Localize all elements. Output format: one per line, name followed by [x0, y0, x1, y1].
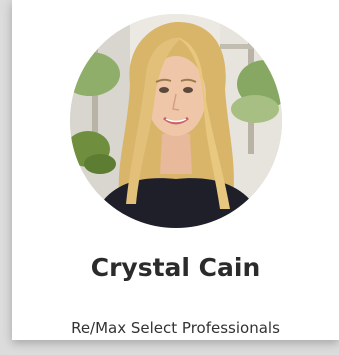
agent-card[interactable]: Crystal Cain Re/Max Select Professionals [12, 0, 339, 340]
agent-company: Re/Max Select Professionals [71, 319, 280, 337]
agent-portrait-photo[interactable] [70, 14, 282, 228]
agent-name[interactable]: Crystal Cain [12, 252, 339, 284]
portrait-image [70, 14, 282, 228]
